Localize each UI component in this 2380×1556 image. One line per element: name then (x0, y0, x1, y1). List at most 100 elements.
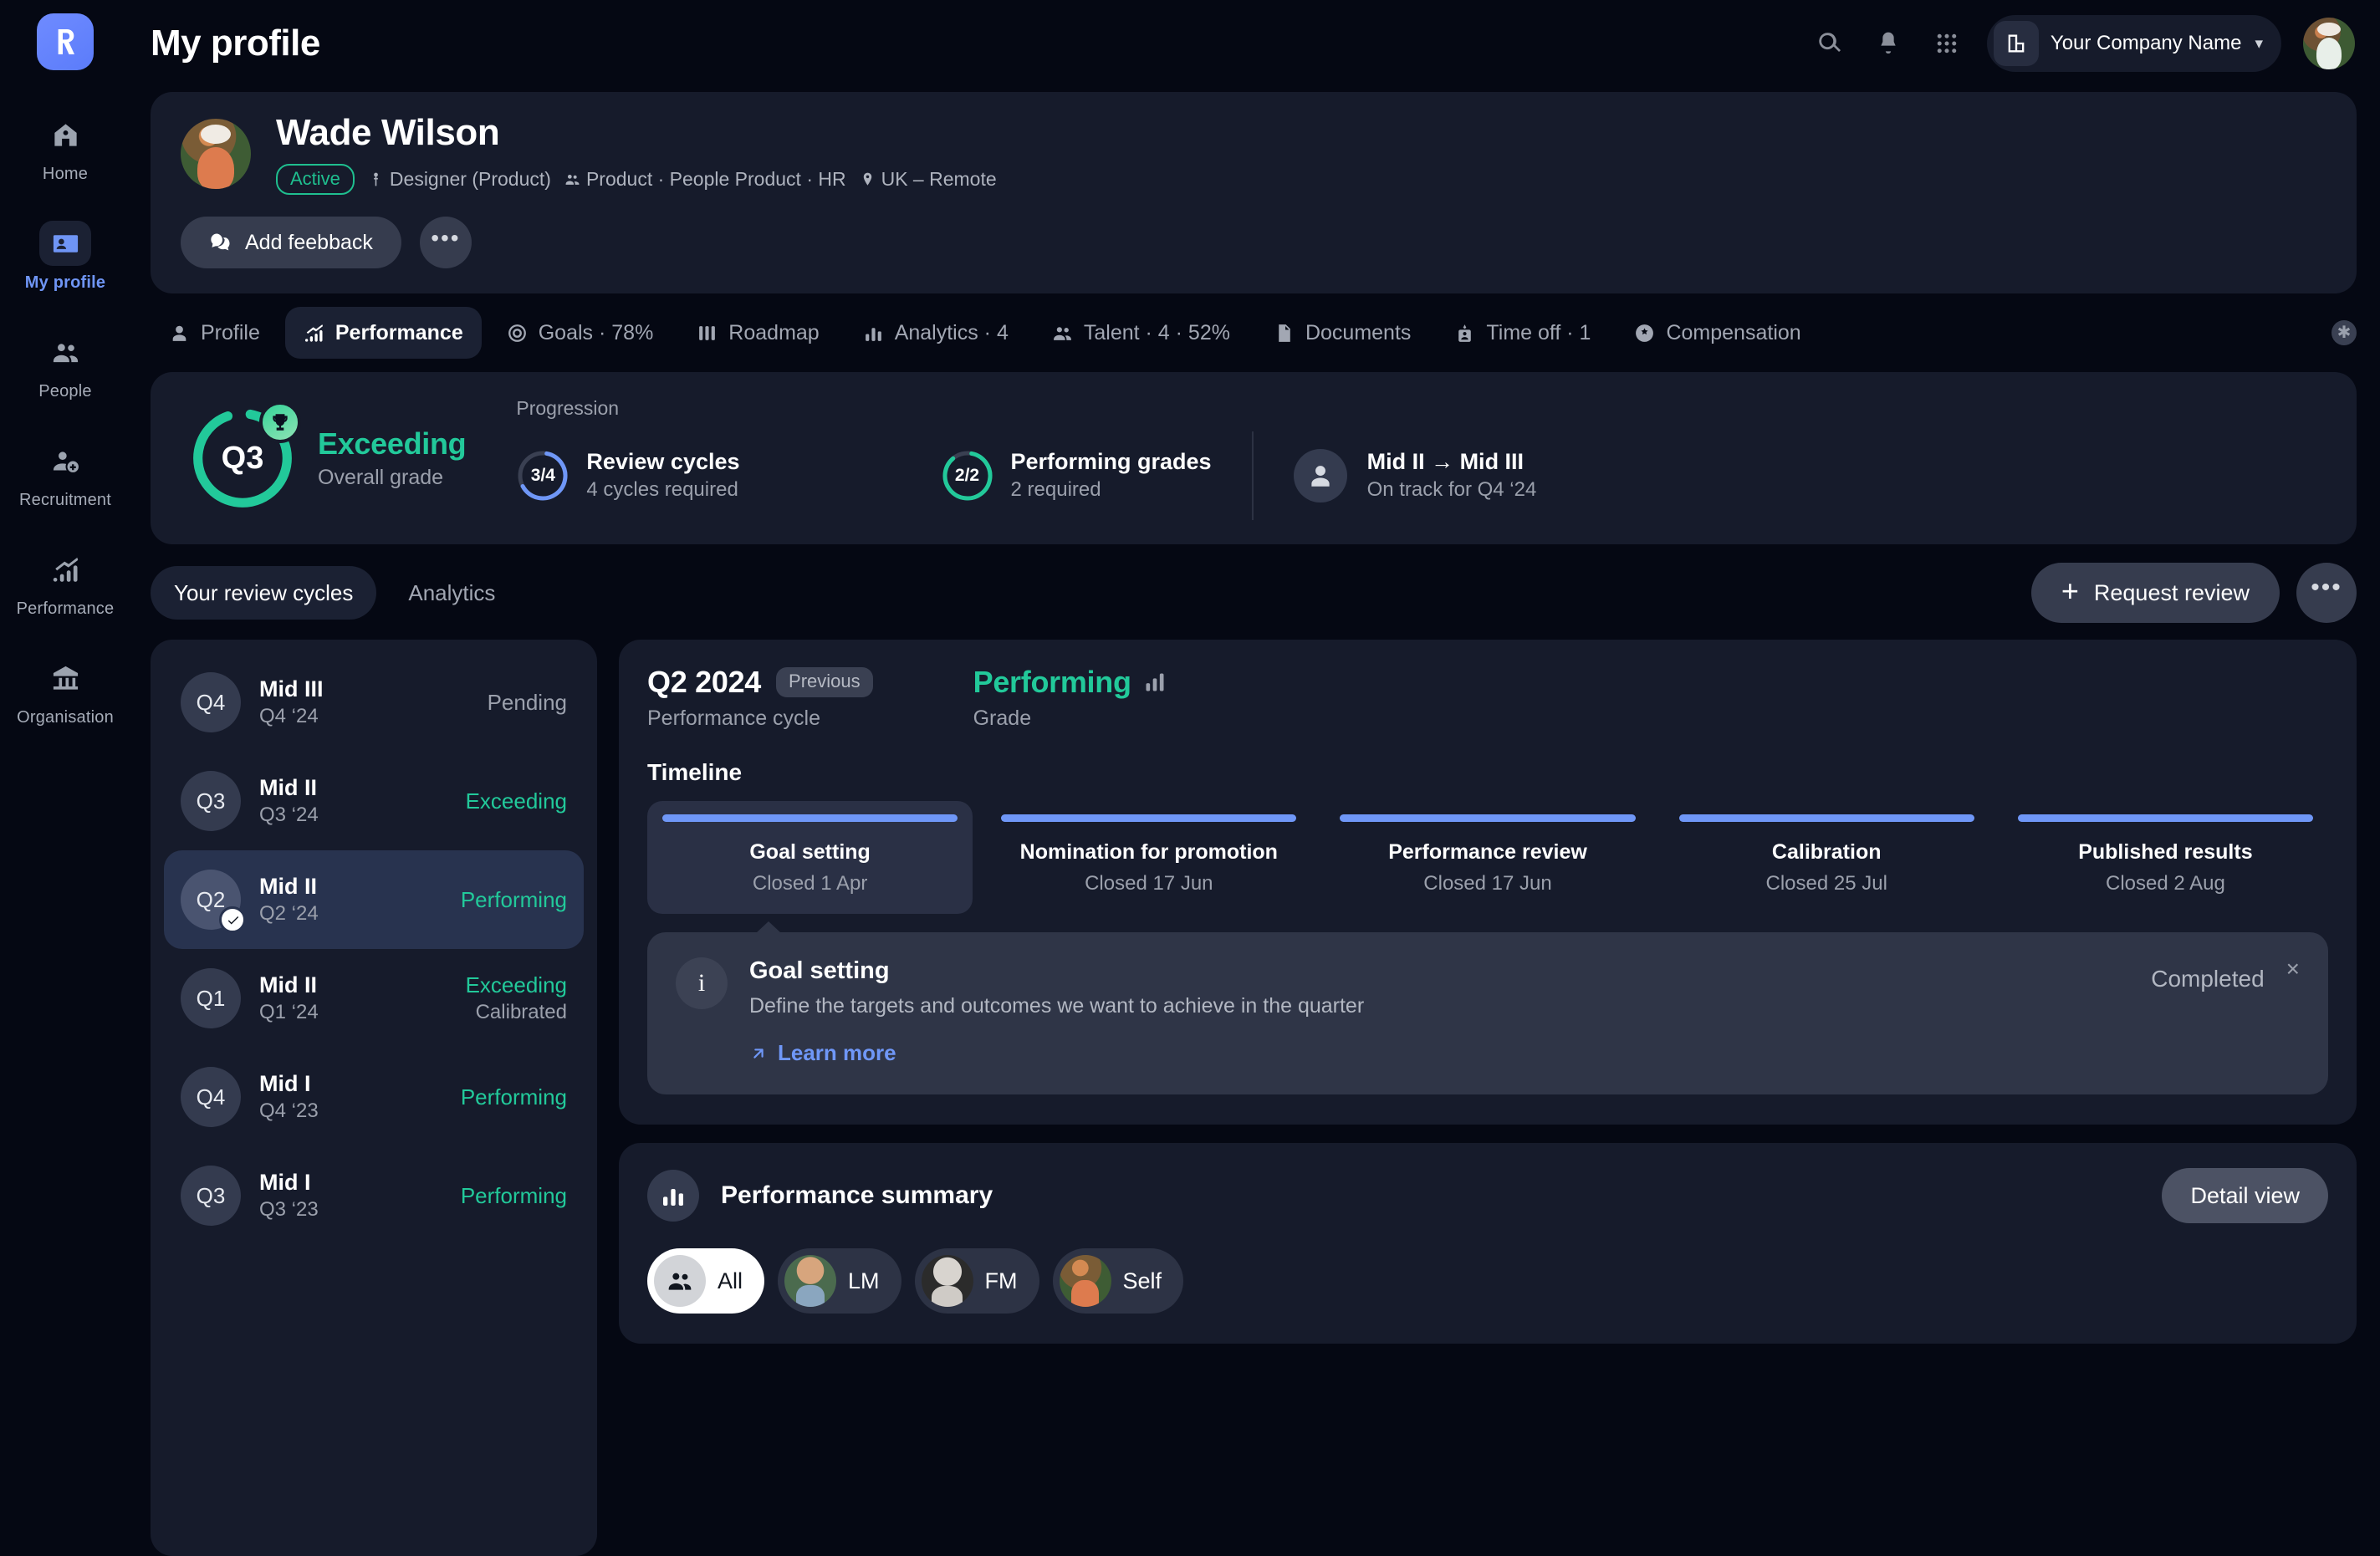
tab-talent[interactable]: Talent · 4 · 52% (1034, 307, 1249, 359)
cycles-subtabs: Your review cycles Analytics (151, 566, 518, 620)
progression-metrics: Progression 3/4 Review cycles 4 cycles req… (516, 397, 2323, 520)
revolut-r-logo-icon (58, 29, 74, 54)
sidebar-item-my-profile[interactable]: My profile (10, 216, 120, 301)
detail-view-button[interactable]: Detail view (2162, 1168, 2328, 1224)
review-cycle-row[interactable]: Q2 Mid II Q2 ‘24 Performing (164, 850, 584, 950)
sidebar-item-performance[interactable]: Performance (10, 542, 120, 627)
quarter-label: Q4 (196, 689, 226, 715)
person-icon (1293, 448, 1347, 503)
feedback-bubbles-icon (211, 233, 230, 251)
timeline-step[interactable]: Goal setting Closed 1 Apr (647, 801, 973, 915)
avatar (784, 1255, 837, 1308)
summary-filter-fm[interactable]: FM (914, 1248, 1039, 1314)
sidebar-item-recruitment[interactable]: Recruitment (10, 433, 120, 518)
profile-actions: Add feebback ••• (181, 217, 2326, 269)
tab-performance[interactable]: Performance (284, 307, 482, 360)
sidebar-item-organisation[interactable]: Organisation (10, 650, 120, 736)
search-icon[interactable] (1811, 25, 1848, 62)
company-switcher[interactable]: Your Company Name ▾ (1986, 15, 2281, 72)
timeline-step-date: Closed 17 Jun (1085, 872, 1213, 895)
check-icon (219, 906, 246, 934)
content-area: Q4 Mid III Q4 ‘24 Pending Q3 Mid II Q3 ‘24 Exce… (130, 623, 2380, 1556)
summary-filter-lm[interactable]: LM (778, 1248, 901, 1314)
tab-goals[interactable]: Goals · 78% (488, 307, 672, 359)
cycle-name: Mid II (259, 775, 317, 801)
cycle-text: Mid II Q1 ‘24 (259, 972, 319, 1024)
status-badge: Active (276, 164, 355, 196)
cycle-period: Q1 ‘24 (259, 1001, 319, 1024)
cycle-name: Mid I (259, 1071, 311, 1097)
sidebar-item-people[interactable]: People (10, 324, 120, 410)
add-feedback-button[interactable]: Add feebback (181, 217, 401, 269)
apps-grid-icon[interactable] (1928, 25, 1965, 62)
tab-label: Time off · 1 (1486, 320, 1591, 344)
cycles-more-button[interactable]: ••• (2296, 563, 2357, 624)
cycle-text: Mid II Q3 ‘24 (259, 775, 319, 827)
calendar-person-icon (1458, 324, 1472, 342)
quarter-badge: Q1 (181, 968, 241, 1029)
bar-chart-icon[interactable] (1143, 671, 1167, 694)
summary-filter-self[interactable]: Self (1052, 1248, 1184, 1314)
tab-time[interactable]: Time off · 1 (1436, 307, 1609, 359)
tabs-overflow-button[interactable]: ✱ (2331, 320, 2357, 346)
location-pin-icon (863, 172, 871, 186)
cycle-title-block: Q2 2024 Previous Performance cycle (647, 665, 873, 731)
tab-roadmap[interactable]: Roadmap (678, 307, 837, 359)
timeline-step[interactable]: Nomination for promotion Closed 17 Jun (986, 801, 1311, 914)
profile-meta-row: Active Designer (Product) Product · Peop… (276, 164, 997, 196)
profile-avatar (181, 119, 251, 189)
tab-compensation[interactable]: Compensation (1616, 307, 1819, 359)
timeline-step-date: Closed 17 Jun (1423, 872, 1552, 895)
cycle-name: Mid III (259, 676, 324, 702)
timeline: Goal setting Closed 1 Apr Nomination for p… (647, 801, 2328, 915)
timeline-step[interactable]: Performance review Closed 17 Jun (1325, 801, 1650, 914)
seniority-title: Mid II → Mid III (1366, 449, 1525, 475)
close-icon[interactable]: × (2286, 957, 2300, 981)
app-logo[interactable] (37, 13, 94, 70)
person-plus-icon (53, 451, 79, 472)
progression-ratio: 2/2 (954, 465, 980, 485)
home-icon (39, 112, 91, 157)
profile-more-button[interactable]: ••• (419, 217, 472, 269)
review-cycle-row[interactable]: Q3 Mid I Q3 ‘23 Performing (164, 1146, 584, 1245)
learn-more-link[interactable]: Learn more (749, 1040, 1364, 1066)
cycle-period: Q4 ‘24 (259, 705, 319, 728)
review-cycle-row[interactable]: Q1 Mid II Q1 ‘24 Exceeding Calibrated (164, 949, 584, 1048)
tab-label: Performance (335, 320, 463, 344)
request-review-button[interactable]: + Request review (2030, 563, 2280, 624)
columns-icon (699, 325, 716, 340)
subtab-analytics[interactable]: Analytics (385, 566, 518, 620)
performance-summary-header: Performance summary Detail view (647, 1168, 2328, 1224)
timeline-step[interactable]: Published results Closed 2 Aug (2003, 801, 2328, 914)
summary-filter-all[interactable]: All (647, 1248, 765, 1314)
notice-status: Completed (2151, 966, 2265, 992)
summary-filter-pills: All LM FM Self (647, 1248, 2328, 1314)
quarter-label: Q1 (196, 985, 226, 1011)
timeline-step[interactable]: Calibration Closed 25 Jul (1664, 801, 1989, 914)
tab-analytics[interactable]: Analytics · 4 (845, 307, 1027, 359)
review-cycle-row[interactable]: Q4 Mid I Q4 ‘23 Performing (164, 1048, 584, 1146)
cycle-grade-caption: Grade (973, 707, 1032, 731)
timeline-step-name: Published results (2078, 840, 2253, 865)
tab-documents[interactable]: Documents (1255, 307, 1429, 359)
review-cycle-row[interactable]: Q3 Mid II Q3 ‘24 Exceeding (164, 752, 584, 850)
people-icon (39, 329, 91, 375)
timeline-step-date: Closed 25 Jul (1765, 872, 1887, 895)
tab-profile[interactable]: Profile (151, 307, 278, 359)
progression-items: 3/4 Review cycles 4 cycles required 2/2 Perf… (516, 431, 2323, 520)
cycle-detail-header: Q2 2024 Previous Performance cycle Perfo… (647, 665, 2328, 731)
notice-title: Goal setting (749, 957, 890, 985)
cycle-caption: Performance cycle (647, 707, 821, 731)
cycle-period: Q3 ‘23 (259, 1198, 319, 1222)
sidebar-item-home[interactable]: Home (10, 107, 120, 192)
cycle-status-block: Performing (461, 887, 567, 913)
chart-up-icon (304, 324, 323, 342)
role-icon (374, 172, 378, 186)
review-cycle-row[interactable]: Q4 Mid III Q4 ‘24 Pending (164, 653, 584, 752)
bell-icon[interactable] (1870, 25, 1907, 62)
cycle-period: Q3 ‘24 (259, 804, 319, 827)
subtab-your-review-cycles[interactable]: Your review cycles (151, 566, 377, 620)
bank-icon (39, 656, 91, 701)
avatar[interactable] (2303, 18, 2355, 69)
status-badge: Exceeding (465, 788, 567, 814)
